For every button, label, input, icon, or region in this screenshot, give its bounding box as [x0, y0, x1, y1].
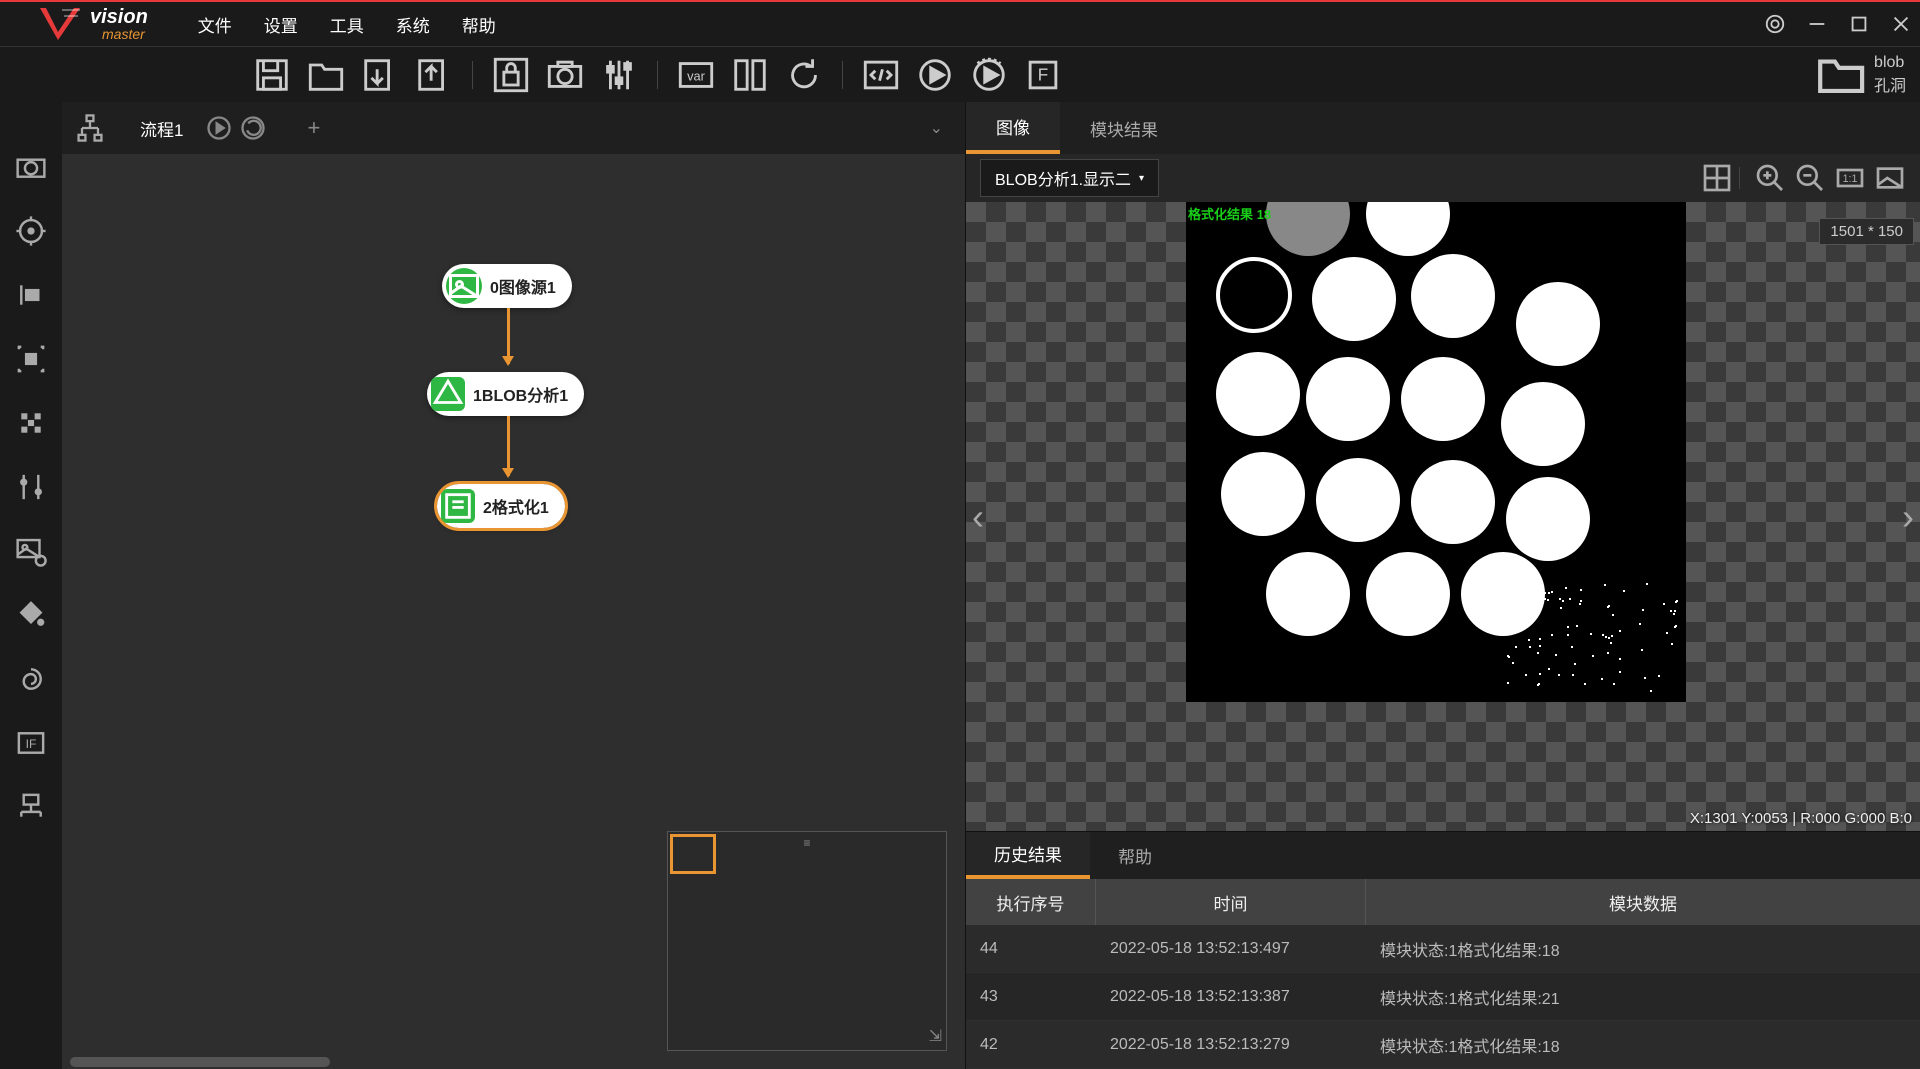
pixel-status: X:1301 Y:0053 | R:000 G:000 B:0	[1690, 810, 1912, 827]
image-overlay-label: 格式化结果 18	[1188, 204, 1271, 223]
side-grid-icon[interactable]	[14, 406, 48, 440]
toolbar: var F blob孔洞	[0, 46, 1920, 102]
side-network-icon[interactable]	[14, 790, 48, 824]
flow-add-button[interactable]: +	[307, 115, 320, 141]
window-close-button[interactable]	[1890, 13, 1912, 35]
side-align-icon[interactable]	[14, 470, 48, 504]
next-image-button[interactable]: ›	[1892, 486, 1920, 548]
svg-text:IF: IF	[26, 737, 37, 751]
svg-text:1:1: 1:1	[1843, 173, 1858, 185]
app-logo: vision master	[36, 4, 148, 44]
save-button[interactable]	[252, 55, 292, 95]
table-row[interactable]: 442022-05-18 13:52:13:497模块状态:1格式化结果:18	[966, 925, 1920, 973]
expand-icon[interactable]	[1874, 162, 1906, 194]
play-loop-button[interactable]	[969, 55, 1009, 95]
node-label: 0图像源1	[490, 274, 556, 298]
variables-button[interactable]: var	[676, 55, 716, 95]
open-button[interactable]	[306, 55, 346, 95]
image-toolbar: BLOB分析1.显示二 ▾ 1:1	[966, 154, 1920, 202]
lock-button[interactable]	[491, 55, 531, 95]
file-name-label: blob孔洞	[1874, 54, 1908, 96]
minimap-resize-icon[interactable]: ⇲	[929, 1026, 942, 1046]
flow-tab[interactable]: 流程1	[124, 116, 199, 141]
flow-node-blob-analysis[interactable]: 1BLOB分析1	[427, 372, 584, 416]
menu-tools[interactable]: 工具	[330, 12, 364, 37]
code-button[interactable]	[861, 55, 901, 95]
svg-text:var: var	[687, 68, 706, 83]
side-fill-icon[interactable]	[14, 598, 48, 632]
flow-header: 流程1 + ⌄	[62, 102, 965, 154]
flow-tree-icon[interactable]	[74, 112, 106, 144]
flow-canvas[interactable]: 0图像源1 1BLOB分析1 2格式化1 ≡ ⇲	[62, 154, 965, 1069]
fullscreen-button[interactable]: F	[1023, 55, 1063, 95]
logo-master-text: master	[102, 27, 148, 41]
left-sidebar: IF	[0, 102, 62, 1069]
sliders-button[interactable]	[599, 55, 639, 95]
image-content	[1186, 202, 1686, 702]
minimap[interactable]: ≡ ⇲	[667, 831, 947, 1051]
flow-play-button[interactable]	[205, 114, 233, 142]
import-button[interactable]	[360, 55, 400, 95]
tab-help[interactable]: 帮助	[1090, 832, 1180, 879]
grid-view-icon[interactable]	[1701, 162, 1733, 194]
zoom-out-icon[interactable]	[1794, 162, 1826, 194]
window-help-icon[interactable]	[1764, 13, 1786, 35]
flow-panel: 流程1 + ⌄ 0图像源1 1BLOB分析1 2格式化1	[62, 102, 966, 1069]
minimap-grip-icon[interactable]: ≡	[803, 836, 810, 850]
flow-arrow-icon	[507, 308, 510, 364]
node-label: 1BLOB分析1	[473, 382, 568, 406]
side-measure-icon[interactable]	[14, 278, 48, 312]
prev-image-button[interactable]: ‹	[966, 486, 994, 548]
refresh-button[interactable]	[784, 55, 824, 95]
side-target-icon[interactable]	[14, 214, 48, 248]
col-header-time: 时间	[1096, 879, 1366, 925]
side-if-icon[interactable]: IF	[14, 726, 48, 760]
zoom-in-icon[interactable]	[1754, 162, 1786, 194]
titlebar: vision master 文件 设置 工具 系统 帮助	[0, 2, 1920, 46]
table-row[interactable]: 422022-05-18 13:52:13:279模块状态:1格式化结果:18	[966, 1021, 1920, 1069]
flow-node-format[interactable]: 2格式化1	[437, 484, 565, 528]
horizontal-scrollbar[interactable]	[70, 1057, 330, 1067]
tab-image[interactable]: 图像	[966, 102, 1060, 154]
window-maximize-button[interactable]	[1848, 13, 1870, 35]
layout-button[interactable]	[730, 55, 770, 95]
image-dimensions: 1501 * 150	[1819, 218, 1914, 245]
menu-settings[interactable]: 设置	[264, 12, 298, 37]
col-header-data: 模块数据	[1366, 879, 1920, 925]
logo-vision-text: vision	[90, 7, 148, 27]
right-tabs: 图像 模块结果	[966, 102, 1920, 154]
camera-button[interactable]	[545, 55, 585, 95]
svg-text:F: F	[1038, 64, 1048, 84]
col-header-seq: 执行序号	[966, 879, 1096, 925]
image-canvas[interactable]: 格式化结果 18 1501 * 150 ‹ › X:1301 Y:0053 | …	[966, 202, 1920, 831]
menu-system[interactable]: 系统	[396, 12, 430, 37]
side-image-settings-icon[interactable]	[14, 534, 48, 568]
tab-module-result[interactable]: 模块结果	[1060, 102, 1188, 154]
table-row[interactable]: 432022-05-18 13:52:13:387模块状态:1格式化结果:21	[966, 973, 1920, 1021]
play-button[interactable]	[915, 55, 955, 95]
minimap-viewport[interactable]	[670, 834, 716, 874]
history-tabs: 历史结果 帮助	[966, 831, 1920, 879]
current-file[interactable]: blob孔洞	[1816, 49, 1908, 99]
dropdown-label: BLOB分析1.显示二	[995, 166, 1131, 190]
window-minimize-button[interactable]	[1806, 13, 1828, 35]
flow-arrow-icon	[507, 416, 510, 476]
side-spiral-icon[interactable]	[14, 662, 48, 696]
image-source-dropdown[interactable]: BLOB分析1.显示二 ▾	[980, 159, 1159, 197]
flow-node-image-source[interactable]: 0图像源1	[442, 264, 572, 308]
main-menu: 文件 设置 工具 系统 帮助	[198, 12, 496, 37]
side-camera-icon[interactable]	[14, 150, 48, 184]
menu-file[interactable]: 文件	[198, 12, 232, 37]
export-button[interactable]	[414, 55, 454, 95]
right-panel: 图像 模块结果 BLOB分析1.显示二 ▾ 1:1 格式化结果 18 150	[966, 102, 1920, 1069]
history-table: 执行序号 时间 模块数据 442022-05-18 13:52:13:497模块…	[966, 879, 1920, 1069]
node-label: 2格式化1	[483, 494, 549, 518]
tab-history[interactable]: 历史结果	[966, 832, 1090, 879]
flow-dropdown[interactable]: ⌄	[920, 118, 953, 138]
flow-loop-button[interactable]	[239, 114, 267, 142]
fit-icon[interactable]: 1:1	[1834, 162, 1866, 194]
side-roi-icon[interactable]	[14, 342, 48, 376]
menu-help[interactable]: 帮助	[462, 12, 496, 37]
